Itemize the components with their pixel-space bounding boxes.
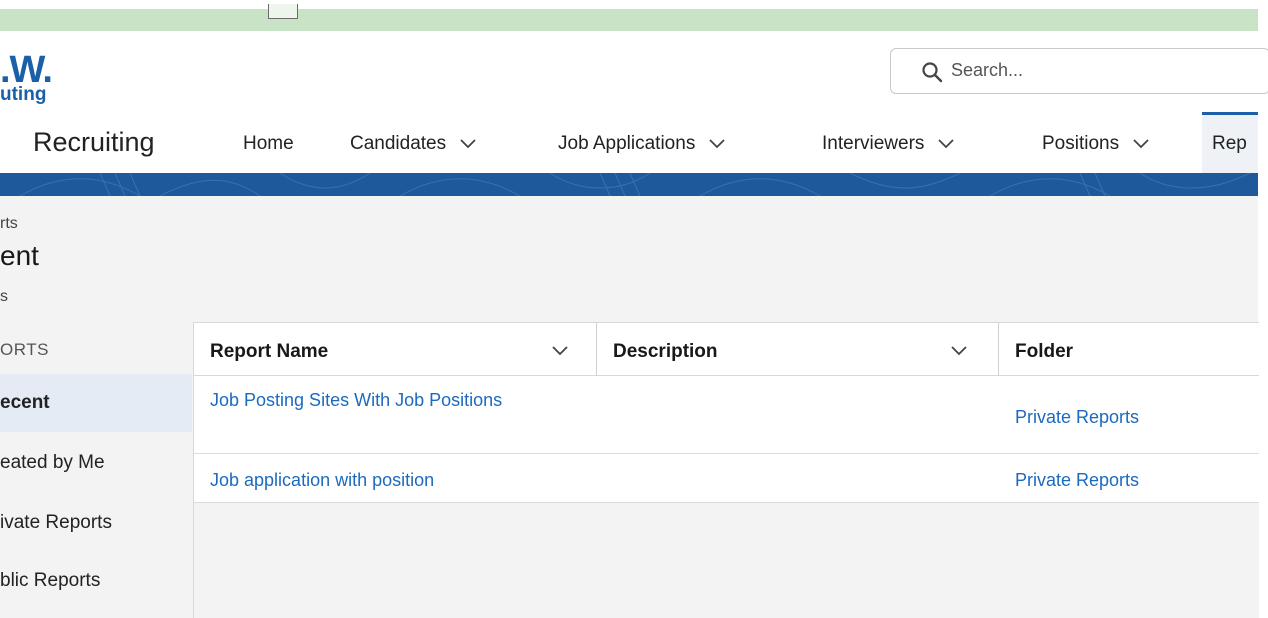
global-search-box[interactable] <box>890 48 1268 94</box>
sidebar-item-public-reports[interactable]: blic Reports <box>0 552 192 610</box>
chevron-down-icon[interactable] <box>1133 139 1149 149</box>
column-header-report-name[interactable]: Report Name <box>194 323 596 377</box>
chevron-down-icon[interactable] <box>460 139 476 149</box>
column-header-label: Description <box>613 341 718 362</box>
company-logo-subtext: uting <box>0 84 47 105</box>
nav-item-candidates[interactable]: Candidates <box>350 133 476 155</box>
table-row: Job Posting Sites With Job Positions Pri… <box>194 376 1259 454</box>
page-title: ent <box>0 240 39 271</box>
chevron-down-icon[interactable] <box>709 139 725 149</box>
folder-link[interactable]: Private Reports <box>1015 465 1139 495</box>
column-header-label: Folder <box>1015 341 1074 362</box>
sidebar-item-label: eated by Me <box>0 452 105 473</box>
nav-item-label: Job Applications <box>558 133 696 154</box>
browser-top-strip <box>0 4 1258 31</box>
column-header-label: Report Name <box>210 341 329 362</box>
sidebar-heading: ORTS <box>0 340 49 359</box>
chevron-down-icon[interactable] <box>552 346 568 356</box>
report-name-link[interactable]: Job application with position <box>210 465 434 495</box>
column-header-description[interactable]: Description <box>597 323 998 377</box>
nav-item-reports-active[interactable]: Rep <box>1202 112 1258 173</box>
nav-item-label: Interviewers <box>822 133 925 154</box>
sidebar-item-recent[interactable]: ecent <box>0 374 192 432</box>
sidebar-item-label: ivate Reports <box>0 512 112 533</box>
chevron-down-icon[interactable] <box>951 346 967 356</box>
sidebar-item-created-by-me[interactable]: eated by Me <box>0 434 192 492</box>
nav-item-positions[interactable]: Positions <box>1042 133 1149 155</box>
sidebar-item-private-reports[interactable]: ivate Reports <box>0 494 192 552</box>
table-header: Report Name Description Folder <box>194 322 1259 377</box>
breadcrumb[interactable]: rts <box>0 215 18 233</box>
nav-item-interviewers[interactable]: Interviewers <box>822 133 955 155</box>
table-row: Job application with position Private Re… <box>194 454 1259 503</box>
window-tab-fragment <box>268 4 298 19</box>
nav-item-label: Home <box>243 133 294 154</box>
report-name-link[interactable]: Job Posting Sites With Job Positions <box>210 385 510 415</box>
nav-item-label: Positions <box>1042 133 1120 154</box>
reports-table: Report Name Description Folder Job Posti… <box>193 322 1259 618</box>
sidebar-item-label: blic Reports <box>0 570 101 591</box>
decorative-banner <box>0 173 1258 196</box>
search-input[interactable] <box>949 59 1203 82</box>
page-subtitle: s <box>0 288 8 305</box>
app-navigation-bar: Recruiting Home Candidates Job Applicati… <box>0 112 1258 173</box>
banner-pattern <box>19 173 1251 196</box>
nav-item-home[interactable]: Home <box>243 133 294 155</box>
global-header: .W. uting <box>0 31 1268 115</box>
nav-item-job-applications[interactable]: Job Applications <box>558 133 725 155</box>
nav-item-label: Rep <box>1212 133 1247 154</box>
app-name: Recruiting <box>33 127 155 157</box>
search-icon <box>922 62 943 83</box>
chevron-down-icon[interactable] <box>938 139 955 149</box>
sidebar-item-label: ecent <box>0 392 50 413</box>
column-header-folder[interactable]: Folder <box>999 323 1259 377</box>
nav-item-label: Candidates <box>350 133 447 154</box>
folder-link[interactable]: Private Reports <box>1015 402 1139 432</box>
